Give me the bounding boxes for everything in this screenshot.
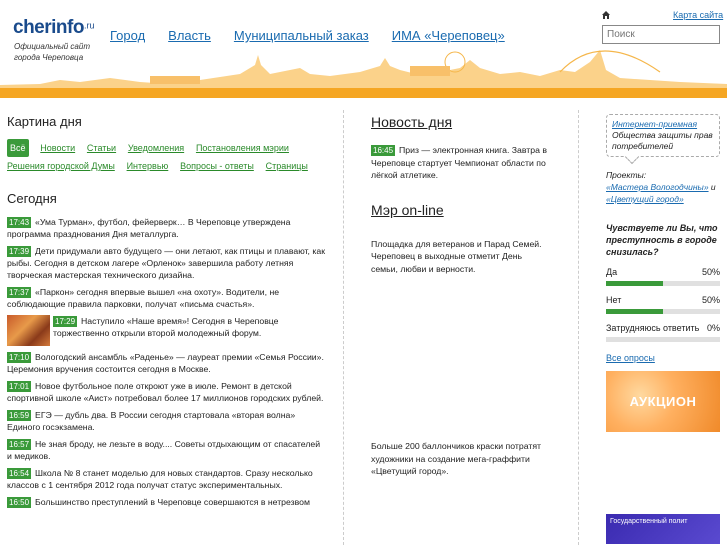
nav-item-ima[interactable]: ИМА «Череповец» (392, 28, 505, 43)
news-time: 16:45 (371, 145, 396, 156)
picture-of-day-title: Картина дня (7, 114, 82, 129)
logo-text: cherinfo (13, 17, 84, 38)
projects-block: Проекты: «Мастера Вологодчины» и «Цветущ… (606, 169, 720, 205)
news-time: 16:59 (7, 410, 32, 421)
tag-qa[interactable]: Вопросы - ответы (180, 158, 254, 174)
poll-option-label: Да (606, 267, 618, 277)
news-item[interactable]: 17:10 Вологодский ансамбль «Раденье» — ла… (7, 351, 327, 375)
policy-banner-text: Государственный полит (610, 518, 688, 525)
auction-banner-text: АУКЦИОН (629, 394, 697, 409)
poll-option[interactable]: Затрудняюсь ответить 0% (606, 323, 720, 351)
nav-item-city[interactable]: Город (110, 28, 145, 43)
projects-label: Проекты: (606, 170, 647, 180)
poll-bar-fill (606, 281, 663, 286)
news-item[interactable]: 17:43 «Ума Турман», футбол, фейерверк… В … (7, 216, 327, 240)
column-divider (578, 110, 579, 545)
project-masters-link[interactable]: «Мастера Вологодчины» (606, 182, 709, 192)
poll-bar (606, 281, 720, 286)
nav-item-authority[interactable]: Власть (168, 28, 211, 43)
projects-and: и (710, 182, 716, 192)
logo-tld: .ru (83, 20, 95, 31)
news-text: «Ума Турман», футбол, фейерверк… В Череп… (7, 217, 291, 239)
tag-interviews[interactable]: Интервью (127, 158, 169, 174)
poll-option-label: Нет (606, 295, 622, 305)
poll-question: Чувствуете ли Вы, что преступность в гор… (606, 223, 718, 257)
project-blooming-city-link[interactable]: «Цветущий город» (606, 194, 684, 204)
news-text: «Паркон» сегодня впервые вышел «на охоту… (7, 287, 280, 309)
all-polls-link[interactable]: Все опросы (606, 353, 720, 363)
news-time: 16:57 (7, 439, 32, 450)
poll-option[interactable]: Нет 50% (606, 295, 720, 323)
news-thumbnail[interactable] (7, 315, 50, 346)
news-text: Наступило «Наше время»! Сегодня в Черепо… (53, 316, 279, 338)
nav-item-municipal-order[interactable]: Муниципальный заказ (234, 28, 369, 43)
site-logo[interactable]: cherinfo.ru (13, 17, 94, 39)
sitemap-link[interactable]: Карта сайта (673, 10, 723, 20)
mayor-online-text[interactable]: Площадка для ветеранов и Парад Семей. Че… (371, 238, 551, 276)
left-column: Картина дня Всё Новости Статьи Уведомлен… (7, 114, 327, 513)
news-of-day-item[interactable]: 16:45 Приз — электронная книга. Завтра в … (371, 144, 551, 182)
tag-news[interactable]: Новости (40, 140, 75, 156)
internet-reception-text: Общества защиты прав потребителей (612, 130, 713, 151)
tag-duma-decisions[interactable]: Решения городской Думы (7, 158, 115, 174)
news-text: Не зная броду, не лезьте в воду.... Сове… (7, 439, 321, 461)
bubble-tail (624, 149, 640, 165)
tag-articles[interactable]: Статьи (87, 140, 116, 156)
poll-bar (606, 337, 720, 342)
news-item-with-photo[interactable]: 17:29 Наступило «Наше время»! Сегодня в Ч… (7, 315, 327, 346)
news-item[interactable]: 17:37 «Паркон» сегодня впервые вышел «на … (7, 286, 327, 310)
news-text: Школа № 8 станет моделью для новых станд… (7, 468, 313, 490)
poll-option-percent: 50% (701, 267, 720, 277)
news-time: 16:50 (7, 497, 32, 508)
news-item[interactable]: 17:01 Новое футбольное поле откроют уже в… (7, 380, 327, 404)
news-time: 17:10 (7, 352, 32, 363)
auction-banner[interactable]: АУКЦИОН (606, 371, 720, 432)
poll-bar-fill (606, 309, 663, 314)
poll-option-percent: 50% (701, 295, 720, 305)
poll-option-label: Затрудняюсь ответить (606, 323, 700, 333)
news-time: 17:29 (53, 316, 78, 327)
news-item[interactable]: 16:54 Школа № 8 станет моделью для новых … (7, 467, 327, 491)
column-divider (343, 110, 344, 545)
today-title: Сегодня (7, 191, 57, 206)
news-time: 17:37 (7, 287, 32, 298)
tag-all[interactable]: Всё (7, 139, 29, 157)
news-text: Вологодский ансамбль «Раденье» — лауреат… (7, 352, 324, 374)
home-icon[interactable] (601, 10, 611, 20)
city-skyline-illustration (0, 50, 727, 98)
main-nav: Город Власть Муниципальный заказ ИМА «Че… (110, 28, 505, 43)
tag-pages[interactable]: Страницы (266, 158, 308, 174)
news-text: Большинство преступлений в Череповце сов… (35, 497, 310, 507)
news-time: 17:39 (7, 246, 32, 257)
poll-bar (606, 309, 720, 314)
news-item[interactable]: 16:50 Большинство преступлений в Череповц… (7, 496, 327, 508)
news-text: Приз — электронная книга. Завтра в Череп… (371, 145, 547, 180)
internet-reception-link[interactable]: Интернет-приемная (612, 119, 697, 129)
news-text: Дети придумали авто будущего — они летаю… (7, 246, 325, 280)
news-time: 17:43 (7, 217, 32, 228)
news-item[interactable]: 16:57 Не зная броду, не лезьте в воду....… (7, 438, 327, 462)
poll-option-percent: 0% (706, 323, 720, 333)
middle-column: Новость дня 16:45 Приз — электронная книг… (371, 114, 551, 478)
site-header: cherinfo.ru Официальный сайт города Чере… (0, 0, 727, 98)
news-text: ЕГЭ — дубль два. В России сегодня старто… (7, 410, 296, 432)
news-time: 17:01 (7, 381, 32, 392)
news-item[interactable]: 17:39 Дети придумали авто будущего — они … (7, 245, 327, 281)
filter-tags: Всё Новости Статьи Уведомления Постановл… (7, 139, 327, 175)
policy-banner[interactable]: Государственный полит (606, 514, 720, 544)
news-text: Новое футбольное поле откроют уже в июле… (7, 381, 324, 403)
mayor-online-title[interactable]: Мэр on-line (371, 202, 444, 218)
tag-mayor-decrees[interactable]: Постановления мэрии (196, 140, 289, 156)
search-input[interactable] (602, 25, 720, 44)
poll-option[interactable]: Да 50% (606, 267, 720, 295)
news-item[interactable]: 16:59 ЕГЭ — дубль два. В России сегодня с… (7, 409, 327, 433)
graffiti-news-text[interactable]: Больше 200 баллончиков краски потратят х… (371, 440, 551, 478)
right-column: Интернет-приемная Общества защиты прав п… (606, 114, 720, 544)
tag-notices[interactable]: Уведомления (128, 140, 184, 156)
internet-reception-bubble: Интернет-приемная Общества защиты прав п… (606, 114, 720, 165)
logo-subtitle: Официальный сайт города Череповца (14, 42, 90, 62)
news-of-day-title[interactable]: Новость дня (371, 114, 452, 130)
news-time: 16:54 (7, 468, 32, 479)
